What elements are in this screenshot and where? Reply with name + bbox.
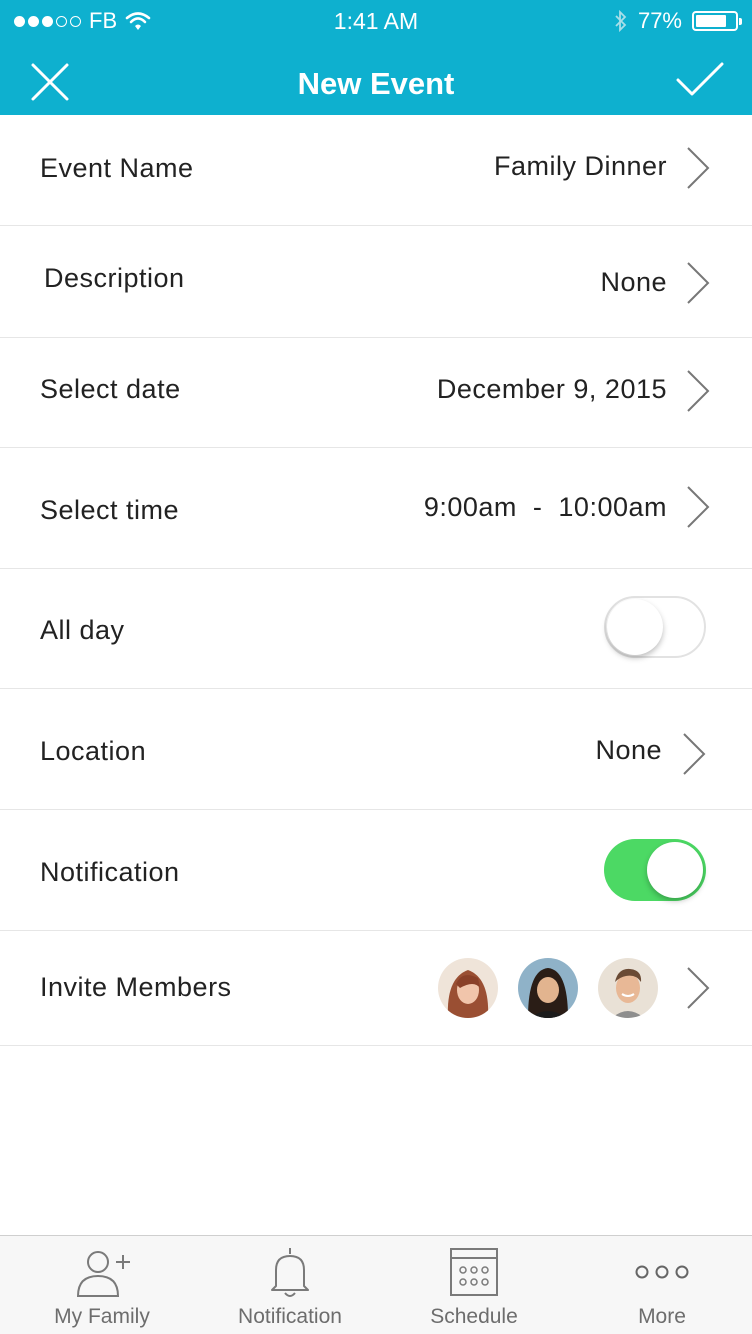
chevron-right-icon (687, 967, 710, 1009)
location-value: None (595, 735, 662, 765)
select-date-value: December 9, 2015 (436, 374, 667, 404)
member-3-avatar[interactable] (598, 958, 658, 1018)
battery-icon (692, 11, 742, 31)
chevron-right-icon (687, 262, 710, 304)
location-label: Location (40, 736, 147, 766)
invite-members-label: Invite Members (40, 972, 232, 1002)
description-row[interactable]: Description None (0, 226, 752, 338)
status-right: 77% (614, 8, 742, 34)
tab-label: Schedule (430, 1305, 518, 1328)
invite-members-row[interactable]: Invite Members (0, 931, 752, 1046)
tab-schedule[interactable]: Schedule (380, 1236, 568, 1334)
bell-icon (271, 1248, 309, 1297)
description-value: None (600, 267, 667, 297)
all-day-row: All day (0, 569, 752, 689)
status-bar: FB 1:41 AM 77% (0, 0, 752, 40)
chevron-right-icon (687, 486, 710, 528)
tab-my-family[interactable]: My Family (8, 1236, 196, 1334)
select-time-value: 9:00am - 10:00am (423, 492, 667, 522)
tab-label: More (638, 1305, 686, 1328)
chevron-right-icon (687, 370, 710, 412)
event-form: Event Name Family Dinner Description Non… (0, 115, 752, 1046)
tab-label: Notification (238, 1305, 342, 1328)
calendar-icon (450, 1248, 498, 1296)
add-person-icon (76, 1251, 130, 1297)
notification-toggle[interactable] (604, 839, 706, 901)
select-time-row[interactable]: Select time 9:00am - 10:00am (0, 448, 752, 569)
event-name-row[interactable]: Event Name Family Dinner (0, 115, 752, 226)
tab-label: My Family (54, 1305, 150, 1328)
member-2-avatar[interactable] (518, 958, 578, 1018)
battery-percent: 77% (637, 8, 682, 33)
select-date-label: Select date (40, 374, 181, 404)
page-title: New Event (297, 66, 455, 101)
chevron-right-icon (683, 733, 706, 775)
tab-notification[interactable]: Notification (196, 1236, 384, 1334)
nav-bar: New Event (0, 44, 752, 115)
tab-bar: My Family Notification Schedule More (0, 1235, 752, 1334)
checkmark-icon[interactable] (676, 60, 724, 100)
location-row[interactable]: Location None (0, 689, 752, 810)
member-1-avatar[interactable] (438, 958, 498, 1018)
event-name-value: Family Dinner (493, 151, 667, 181)
chevron-right-icon (687, 147, 710, 189)
all-day-label: All day (40, 615, 125, 645)
select-time-label: Select time (40, 495, 180, 525)
description-label: Description (44, 263, 185, 293)
app-header: FB 1:41 AM 77% New Event (0, 0, 752, 115)
event-name-label: Event Name (40, 153, 194, 183)
bluetooth-icon (615, 9, 627, 33)
notification-label: Notification (40, 857, 180, 887)
more-dots-icon (635, 1265, 689, 1279)
select-date-row[interactable]: Select date December 9, 2015 (0, 338, 752, 448)
tab-more[interactable]: More (568, 1236, 752, 1334)
all-day-toggle[interactable] (604, 596, 706, 658)
notification-row: Notification (0, 810, 752, 931)
